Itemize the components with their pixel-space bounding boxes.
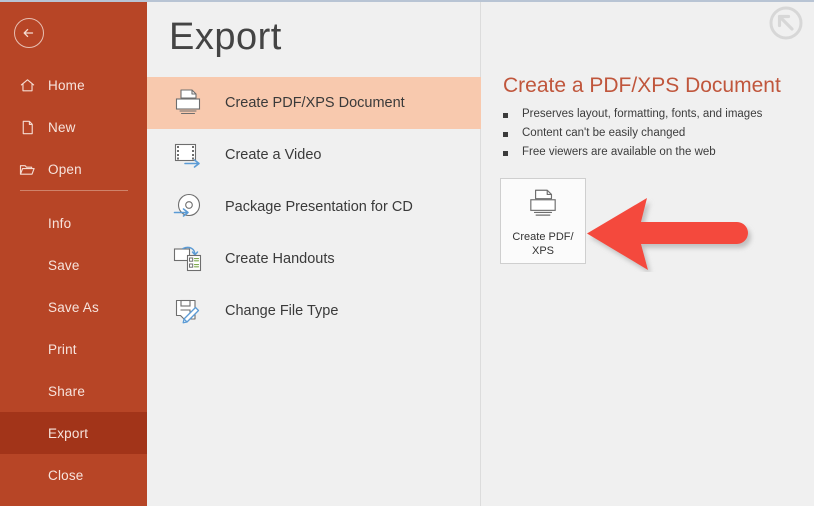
detail-bullet-text: Free viewers are available on the web [522, 146, 716, 158]
cd-disc-arrow-icon [165, 185, 211, 229]
detail-bullet: Free viewers are available on the web [503, 146, 762, 158]
sidebar-divider [20, 190, 128, 191]
detail-bullet-list: Preserves layout, formatting, fonts, and… [503, 108, 762, 165]
export-option-change-file-type[interactable]: Change File Type [147, 285, 481, 337]
powerpoint-backstage-window: Home New Open Info Save Save As Print Sh… [0, 0, 814, 506]
sidebar-item-label: Home [48, 77, 85, 93]
create-pdf-xps-button-label-line2: XPS [531, 245, 554, 257]
export-option-label: Create PDF/XPS Document [225, 95, 405, 111]
export-detail-pane: Create a PDF/XPS Document Preserves layo… [482, 2, 814, 506]
sidebar-top-group: Home New Open [0, 64, 147, 190]
back-arrow-icon[interactable] [14, 18, 44, 48]
back-arrow-glyph [23, 28, 34, 38]
bullet-square-icon [503, 151, 508, 156]
detail-bullet-text: Preserves layout, formatting, fonts, and… [522, 108, 763, 120]
sidebar-item-share[interactable]: Share [0, 370, 147, 412]
sidebar-item-label: Close [48, 467, 84, 483]
export-option-label: Create a Video [225, 147, 322, 163]
bullet-square-icon [503, 113, 508, 118]
sidebar-item-open[interactable]: Open [0, 148, 147, 190]
export-option-create-video[interactable]: Create a Video [147, 129, 481, 181]
printer-page-icon [165, 81, 211, 125]
export-option-label: Package Presentation for CD [225, 199, 413, 215]
sidebar-item-label: Save [48, 257, 80, 273]
bullet-square-icon [503, 132, 508, 137]
export-option-label: Change File Type [225, 303, 339, 319]
home-icon [0, 77, 46, 94]
detail-bullet: Preserves layout, formatting, fonts, and… [503, 108, 762, 120]
export-option-create-pdf-xps[interactable]: Create PDF/XPS Document [147, 77, 481, 129]
film-strip-arrow-icon [165, 133, 211, 177]
export-options-column: Export Create PDF/XPS Document Create a … [147, 2, 481, 506]
sidebar-item-label: Export [48, 425, 89, 441]
sidebar-item-close[interactable]: Close [0, 454, 147, 496]
export-option-label: Create Handouts [225, 251, 335, 267]
sidebar-item-label: Print [48, 341, 77, 357]
restore-up-left-icon[interactable] [766, 4, 806, 44]
sidebar-item-home[interactable]: Home [0, 64, 147, 106]
sidebar-item-export[interactable]: Export [0, 412, 147, 454]
sidebar-item-label: New [48, 119, 76, 135]
detail-bullet: Content can't be easily changed [503, 127, 762, 139]
export-options-list: Create PDF/XPS Document Create a Video P… [147, 77, 481, 337]
save-pencil-icon [165, 289, 211, 333]
sidebar-item-label: Share [48, 383, 86, 399]
sidebar-item-label: Info [48, 215, 72, 231]
sidebar-item-info[interactable]: Info [0, 202, 147, 244]
export-option-create-handouts[interactable]: Create Handouts [147, 233, 481, 285]
page-title: Export [169, 16, 282, 58]
backstage-sidebar: Home New Open Info Save Save As Print Sh… [0, 2, 147, 506]
sidebar-item-print[interactable]: Print [0, 328, 147, 370]
sidebar-item-save-as[interactable]: Save As [0, 286, 147, 328]
slide-to-handout-icon [165, 237, 211, 281]
create-pdf-xps-button-label-line1: Create PDF/ [512, 231, 574, 243]
sidebar-item-label: Save As [48, 299, 99, 315]
sidebar-item-save[interactable]: Save [0, 244, 147, 286]
sidebar-item-new[interactable]: New [0, 106, 147, 148]
new-document-icon [0, 119, 46, 136]
sidebar-bottom-group: Info Save Save As Print Share Export Clo… [0, 202, 147, 496]
create-pdf-xps-button[interactable]: Create PDF/ XPS [500, 178, 586, 264]
export-option-package-cd[interactable]: Package Presentation for CD [147, 181, 481, 233]
open-folder-icon [0, 161, 46, 178]
detail-heading: Create a PDF/XPS Document [503, 74, 781, 97]
detail-bullet-text: Content can't be easily changed [522, 127, 686, 139]
sidebar-item-label: Open [48, 161, 82, 177]
printer-page-icon [525, 187, 561, 226]
